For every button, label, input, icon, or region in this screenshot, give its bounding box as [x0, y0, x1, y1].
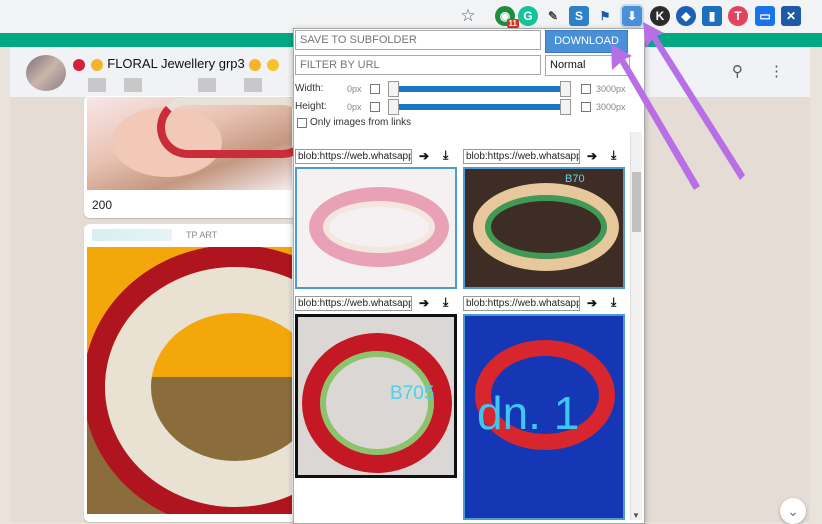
- image-thumbnail[interactable]: B705: [295, 314, 457, 478]
- width-min-thumb[interactable]: [388, 81, 399, 97]
- height-label: Height:: [295, 101, 327, 112]
- only-links-label: Only images from links: [310, 117, 412, 128]
- sunflower-emoji-icon: [267, 58, 280, 71]
- filter-url-input[interactable]: [295, 55, 541, 75]
- download-icon[interactable]: ⤓: [443, 148, 448, 163]
- filter-mode-select[interactable]: Normal: [545, 55, 630, 76]
- group-avatar[interactable]: [26, 55, 66, 91]
- arrow-right-icon[interactable]: ➔: [587, 296, 597, 310]
- badge-count: 11: [506, 19, 519, 28]
- header-icons: ⚲ ⋮: [732, 62, 784, 80]
- image-url-field[interactable]: blob:https://web.whatsapp.com: [463, 149, 580, 164]
- download-button[interactable]: DOWNLOAD: [545, 30, 628, 53]
- message-sender: TP ART: [186, 230, 218, 240]
- only-links-checkbox[interactable]: [297, 118, 307, 128]
- message-caption: 200: [92, 198, 113, 212]
- extension-book-icon[interactable]: ▮: [702, 6, 722, 26]
- image-downloader-icon[interactable]: ⬇: [620, 4, 644, 28]
- blurred-member: [124, 78, 142, 92]
- image-thumbnail[interactable]: dn. 1: [463, 314, 625, 520]
- blurred-member: [244, 78, 262, 92]
- blurred-phone-number: [92, 229, 172, 241]
- image-thumbnail[interactable]: [295, 167, 457, 289]
- arrow-right-icon[interactable]: ➔: [419, 149, 429, 163]
- height-max-thumb[interactable]: [560, 99, 571, 115]
- heart-eyes-emoji-icon: [249, 58, 262, 71]
- image-url-field[interactable]: blob:https://web.whatsapp.com: [295, 296, 412, 311]
- group-title[interactable]: FLORAL Jewellery grp3: [72, 56, 280, 71]
- filter-mode-value: Normal: [550, 59, 586, 71]
- download-icon[interactable]: ⤓: [611, 295, 616, 310]
- height-max-value: 3000px: [596, 102, 626, 112]
- star-icon[interactable]: ☆: [458, 6, 478, 26]
- extension-tools-icon[interactable]: ✕: [781, 6, 801, 26]
- width-max-checkbox[interactable]: [581, 84, 591, 94]
- height-min-thumb[interactable]: [388, 99, 399, 115]
- thumbnail-watermark: B705: [390, 383, 435, 404]
- height-min-checkbox[interactable]: [370, 102, 380, 112]
- scrollbar-thumb[interactable]: [632, 172, 641, 232]
- width-max-thumb[interactable]: [560, 81, 571, 97]
- eyedropper-icon[interactable]: ✎: [543, 6, 563, 26]
- image-url-field[interactable]: blob:https://web.whatsapp.com: [295, 149, 412, 164]
- download-icon[interactable]: ⤓: [611, 148, 616, 163]
- height-min-value: 0px: [347, 102, 362, 112]
- menu-icon[interactable]: ⋮: [769, 63, 784, 80]
- rose-emoji-icon: [73, 58, 85, 71]
- download-icon[interactable]: ⤓: [443, 295, 448, 310]
- extension-window-icon[interactable]: ▭: [755, 6, 775, 26]
- extension-diamond-icon[interactable]: ◆: [676, 6, 696, 26]
- extension-k-icon[interactable]: K: [650, 6, 670, 26]
- grammarly-icon[interactable]: G: [518, 6, 538, 26]
- width-slider[interactable]: [388, 81, 571, 97]
- chat-image-garland[interactable]: [87, 247, 292, 514]
- scroll-down-button[interactable]: ⌄: [780, 498, 806, 524]
- arrow-right-icon[interactable]: ➔: [587, 149, 597, 163]
- extension-t-icon[interactable]: T: [728, 6, 748, 26]
- width-min-value: 0px: [347, 84, 362, 94]
- height-max-checkbox[interactable]: [581, 102, 591, 112]
- thumbnail-watermark: dn. 1: [477, 387, 580, 439]
- subfolder-input[interactable]: [295, 30, 541, 50]
- extension-bookmark-icon[interactable]: ⚑: [595, 6, 615, 26]
- extension-s-icon[interactable]: S: [569, 6, 589, 26]
- chat-image-hand-garland[interactable]: [87, 97, 313, 190]
- smiley-emoji-icon: [90, 58, 103, 71]
- image-url-field[interactable]: blob:https://web.whatsapp.com: [463, 296, 580, 311]
- search-icon[interactable]: ⚲: [732, 63, 743, 80]
- arrow-right-icon[interactable]: ➔: [419, 296, 429, 310]
- width-min-checkbox[interactable]: [370, 84, 380, 94]
- scroll-down-arrow-icon[interactable]: ▼: [632, 511, 640, 520]
- width-max-value: 3000px: [596, 84, 626, 94]
- blurred-member: [198, 78, 216, 92]
- popup-scrollbar[interactable]: ▼: [630, 132, 642, 520]
- image-thumbnail[interactable]: B70: [463, 167, 625, 289]
- group-name: FLORAL Jewellery grp3: [107, 56, 245, 71]
- extension-badge-icon[interactable]: ◉ 11: [495, 6, 519, 28]
- thumbnail-watermark: B70: [565, 173, 585, 185]
- height-slider[interactable]: [388, 99, 571, 115]
- blurred-member: [88, 78, 106, 92]
- width-label: Width:: [295, 83, 324, 94]
